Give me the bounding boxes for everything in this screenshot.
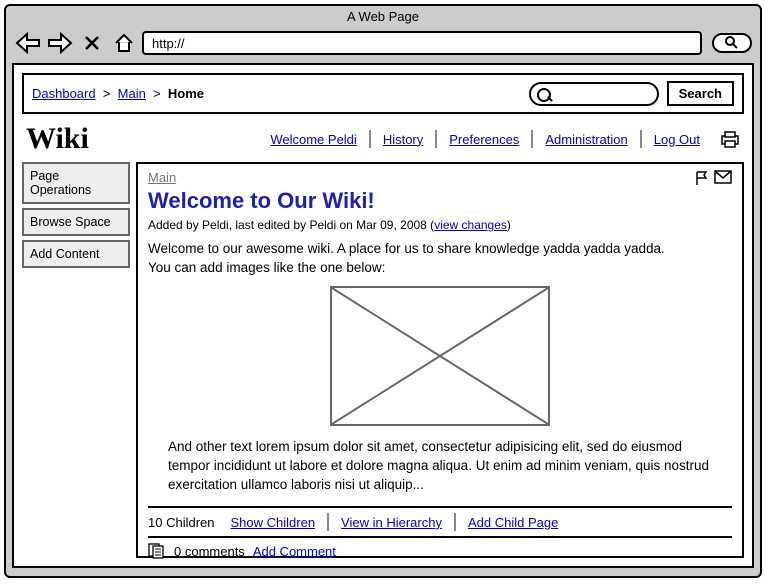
search-group: Search [529, 81, 734, 106]
nav-logout[interactable]: Log Out [642, 132, 712, 147]
space-link[interactable]: Main [148, 170, 176, 185]
browser-toolbar [6, 27, 760, 59]
nav-history[interactable]: History [371, 132, 435, 147]
search-button[interactable]: Search [667, 81, 734, 106]
comments-count: 0 comments [174, 544, 245, 559]
comments-icon [148, 543, 166, 559]
sidebar-page-operations[interactable]: Page Operations [22, 162, 130, 204]
top-nav: Welcome Peldi History Preferences Admini… [258, 130, 740, 148]
body-row: Page Operations Browse Space Add Content… [14, 162, 752, 558]
lorem-text: And other text lorem ipsum dolor sit ame… [148, 434, 732, 499]
nav-administration[interactable]: Administration [533, 132, 639, 147]
breadcrumb-home: Home [168, 86, 204, 101]
intro-text-2: You can add images like the one below: [148, 259, 732, 278]
view-changes-link[interactable]: view changes [434, 218, 507, 232]
breadcrumb-dashboard[interactable]: Dashboard [32, 86, 96, 101]
wiki-logo: Wiki [26, 122, 89, 156]
nav-preferences[interactable]: Preferences [437, 132, 531, 147]
header-row: Wiki Welcome Peldi History Preferences A… [14, 122, 752, 162]
intro-text-1: Welcome to our awesome wiki. A place for… [148, 240, 732, 259]
stop-button[interactable] [78, 31, 106, 55]
breadcrumb-bar: Dashboard > Main > Home Search [22, 73, 744, 114]
panel-top: Main [148, 170, 732, 186]
page-title: Welcome to Our Wiki! [148, 188, 732, 214]
children-count: 10 Children [148, 515, 219, 530]
forward-button[interactable] [46, 31, 74, 55]
add-comment-link[interactable]: Add Comment [253, 544, 336, 559]
breadcrumb: Dashboard > Main > Home [32, 86, 204, 101]
nav-welcome[interactable]: Welcome Peldi [258, 132, 368, 147]
show-children-link[interactable]: Show Children [219, 515, 328, 530]
sidebar-add-content[interactable]: Add Content [22, 240, 130, 268]
back-button[interactable] [14, 31, 42, 55]
printer-icon[interactable] [720, 130, 740, 148]
content-panel: Main Welcome to Our Wiki! Added by Peldi… [136, 162, 744, 558]
go-button[interactable] [712, 33, 752, 53]
sidebar-browse-space[interactable]: Browse Space [22, 208, 130, 236]
mail-icon[interactable] [714, 170, 732, 186]
url-input[interactable] [142, 31, 702, 55]
byline: Added by Peldi, last edited by Peldi on … [148, 218, 732, 232]
breadcrumb-main[interactable]: Main [118, 86, 146, 101]
search-input[interactable] [529, 82, 659, 106]
view-hierarchy-link[interactable]: View in Hierarchy [329, 515, 454, 530]
page-content: Dashboard > Main > Home Search Wiki Welc… [12, 63, 754, 568]
children-bar: 10 Children Show Children View in Hierar… [148, 506, 732, 538]
image-placeholder [330, 286, 550, 426]
browser-title: A Web Page [6, 6, 760, 27]
add-child-link[interactable]: Add Child Page [456, 515, 570, 530]
browser-window: A Web Page Dashboard > Main > Home [4, 4, 762, 578]
panel-icons [694, 170, 732, 186]
sidebar: Page Operations Browse Space Add Content [22, 162, 130, 558]
comments-bar: 0 comments Add Comment [148, 538, 732, 564]
home-button[interactable] [110, 31, 138, 55]
flag-icon[interactable] [694, 170, 710, 186]
